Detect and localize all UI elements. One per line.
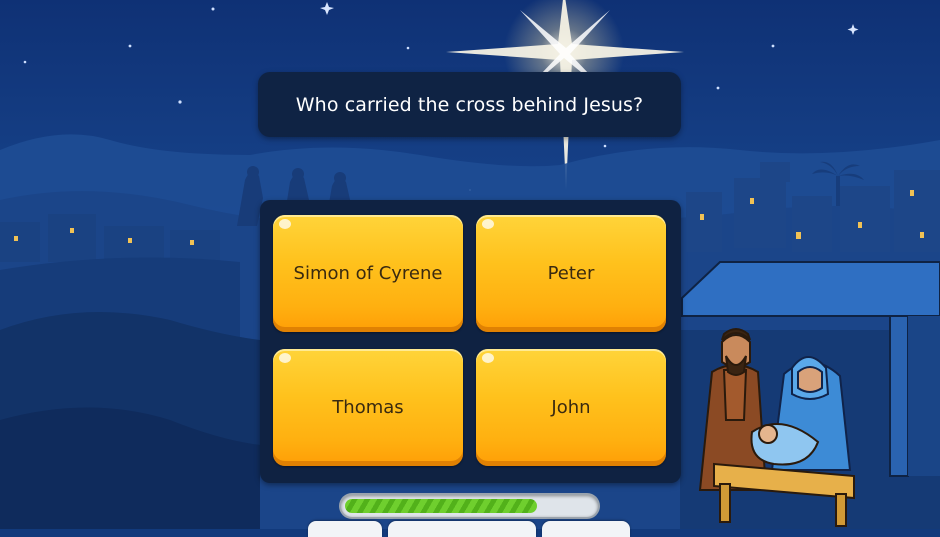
bottom-button-center[interactable] — [388, 521, 536, 537]
button-gloss — [482, 219, 494, 229]
answer-label: Simon of Cyrene — [293, 263, 443, 284]
button-gloss — [279, 219, 291, 229]
question-panel: Who carried the cross behind Jesus? — [258, 72, 681, 137]
answer-button-4[interactable]: John — [476, 349, 666, 466]
button-gloss — [482, 353, 494, 363]
answer-button-2[interactable]: Peter — [476, 215, 666, 332]
answer-button-3[interactable]: Thomas — [273, 349, 463, 466]
bottom-button-left[interactable] — [308, 521, 382, 537]
answer-button-1[interactable]: Simon of Cyrene — [273, 215, 463, 332]
question-text: Who carried the cross behind Jesus? — [295, 93, 644, 116]
answer-label: Thomas — [332, 397, 404, 418]
button-gloss — [279, 353, 291, 363]
timer-progress-bar — [341, 495, 598, 517]
bottom-button-right[interactable] — [542, 521, 630, 537]
answer-label: Peter — [547, 263, 595, 284]
timer-progress-fill — [345, 499, 537, 513]
answers-panel: Simon of Cyrene Peter Thomas John — [260, 200, 681, 483]
answer-label: John — [551, 397, 591, 418]
